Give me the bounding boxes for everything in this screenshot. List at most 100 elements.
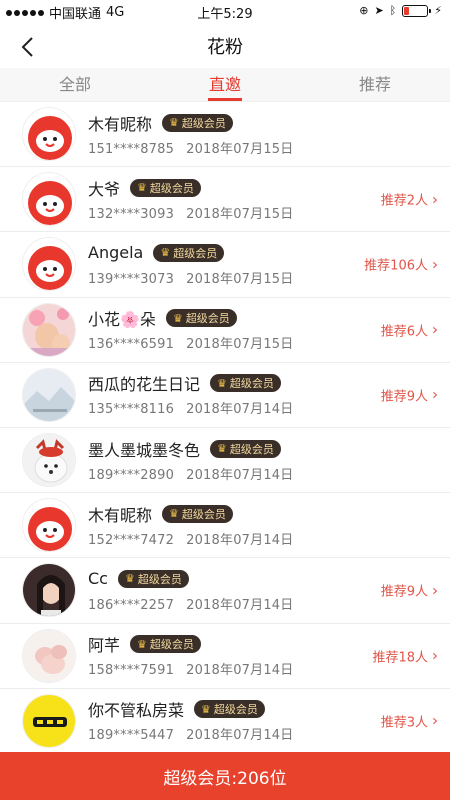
vip-badge-label: 超级会员 — [181, 116, 226, 130]
battery-icon — [402, 4, 432, 17]
crown-icon: ♛ — [124, 572, 135, 586]
member-row[interactable]: 木有昵称 ♛ 超级会员 151****8785 2018年07月15日 — [0, 102, 450, 168]
member-phone: 189****5447 — [88, 728, 175, 744]
member-row[interactable]: 大爷 ♛ 超级会员 132****3093 2018年07月15日 推荐2人 › — [0, 167, 450, 233]
vip-badge: ♛ 超级会员 — [117, 569, 189, 588]
member-phone: 139****3073 — [88, 271, 175, 287]
chevron-right-icon: › — [432, 581, 438, 600]
vip-badge: ♛ 超级会员 — [153, 243, 225, 262]
vip-badge: ♛ 超级会员 — [210, 439, 281, 458]
vip-badge: ♛ 超级会员 — [130, 178, 201, 197]
recommend-count: 推荐6人 — [380, 324, 428, 340]
vip-badge: ♛ 超级会员 — [210, 374, 281, 393]
avatar — [22, 367, 76, 422]
member-name: 大爷 — [88, 179, 121, 199]
recommend-count-link[interactable]: 推荐6人 › — [380, 320, 438, 340]
crown-icon: ♛ — [172, 311, 183, 325]
member-row[interactable]: 你不管私房菜 ♛ 超级会员 189****5447 2018年07月14日 推荐3人 › — [0, 689, 450, 752]
avatar — [22, 237, 76, 292]
nav-bar: 花粉 — [0, 24, 450, 68]
avatar — [22, 433, 76, 488]
member-name: 小花🌸朵 — [88, 310, 156, 330]
member-row[interactable]: 阿芊 ♛ 超级会员 158****7591 2018年07月14日 推荐18人 › — [0, 624, 450, 689]
member-meta: 151****8785 2018年07月15日 — [88, 138, 450, 157]
chevron-left-icon — [21, 37, 33, 57]
recommend-count-link[interactable]: 推荐9人 › — [380, 385, 438, 405]
tab-direct-invite[interactable]: 直邀 — [150, 68, 300, 101]
tab-bar: 全部 直邀 推荐 — [0, 68, 450, 102]
recommend-count-link[interactable]: 推荐9人 › — [381, 581, 438, 600]
recommend-count: 推荐3人 — [380, 715, 428, 731]
member-info: 墨人墨城墨冬色 ♛ 超级会员 189****2890 2018年07月14日 — [88, 438, 450, 483]
vip-badge-label: 超级会员 — [137, 572, 182, 586]
member-header: 墨人墨城墨冬色 ♛ 超级会员 — [88, 438, 450, 460]
vip-badge: ♛ 超级会员 — [194, 700, 265, 719]
member-join-date: 2018年07月15日 — [186, 337, 294, 353]
member-row[interactable]: 小花🌸朵 ♛ 超级会员 136****6591 2018年07月15日 推荐6人 › — [0, 298, 450, 363]
vip-badge-label: 超级会员 — [229, 377, 274, 391]
back-button[interactable] — [14, 34, 40, 60]
page-title: 花粉 — [207, 37, 243, 58]
vip-badge: ♛ 超级会员 — [162, 113, 233, 132]
member-header: 木有昵称 ♛ 超级会员 — [88, 112, 450, 134]
member-name: Angela — [88, 243, 144, 263]
member-meta: 152****7472 2018年07月14日 — [88, 529, 450, 548]
avatar — [22, 107, 76, 162]
member-name: 木有昵称 — [88, 505, 153, 525]
rotation-lock-icon: ⊕ — [359, 4, 369, 17]
member-row[interactable]: Angela ♛ 超级会员 139****3073 2018年07月15日 推荐106人 › — [0, 232, 450, 298]
member-phone: 152****7472 — [88, 532, 175, 548]
vip-badge-label: 超级会员 — [149, 181, 194, 195]
crown-icon: ♛ — [217, 442, 227, 456]
member-phone: 158****7591 — [88, 663, 175, 679]
member-join-date: 2018年07月14日 — [186, 467, 294, 483]
crown-icon: ♛ — [217, 376, 227, 390]
member-header: 木有昵称 ♛ 超级会员 — [88, 503, 450, 525]
chevron-right-icon: › — [432, 320, 438, 339]
recommend-count-link[interactable]: 推荐2人 › — [381, 190, 438, 209]
member-phone: 132****3093 — [88, 206, 175, 222]
member-meta: 189****2890 2018年07月14日 — [88, 464, 450, 483]
recommend-count-link[interactable]: 推荐18人 › — [372, 646, 438, 666]
avatar — [22, 498, 76, 553]
member-join-date: 2018年07月14日 — [186, 532, 294, 548]
vip-badge-label: 超级会员 — [149, 638, 194, 652]
recommend-count-link[interactable]: 推荐106人 › — [364, 255, 438, 274]
member-row[interactable]: 木有昵称 ♛ 超级会员 152****7472 2018年07月14日 — [0, 493, 450, 559]
member-name: 墨人墨城墨冬色 — [88, 440, 201, 460]
member-join-date: 2018年07月15日 — [186, 141, 294, 157]
recommend-count: 推荐2人 — [380, 193, 428, 209]
member-list: 木有昵称 ♛ 超级会员 151****8785 2018年07月15日 大爷 ♛ 超级会员 1… — [0, 102, 450, 752]
vip-badge: ♛ 超级会员 — [162, 504, 233, 523]
member-row[interactable]: 墨人墨城墨冬色 ♛ 超级会员 189****2890 2018年07月14日 — [0, 428, 450, 494]
member-name: 西瓜的花生日记 — [88, 375, 201, 395]
vip-badge-label: 超级会员 — [181, 507, 226, 521]
avatar — [22, 693, 76, 748]
member-phone: 135****8116 — [88, 402, 175, 418]
member-row[interactable]: 西瓜的花生日记 ♛ 超级会员 135****8116 2018年07月14日 推荐9人 › — [0, 363, 450, 428]
member-phone: 186****2257 — [88, 597, 175, 613]
recommend-count: 推荐106人 — [364, 258, 428, 274]
member-join-date: 2018年07月14日 — [186, 402, 294, 418]
tab-all[interactable]: 全部 — [0, 68, 150, 101]
member-row[interactable]: Cc ♛ 超级会员 186****2257 2018年07月14日 推荐9人 › — [0, 558, 450, 624]
member-name: 木有昵称 — [88, 114, 153, 134]
member-info: 木有昵称 ♛ 超级会员 151****8785 2018年07月15日 — [88, 112, 450, 157]
vip-badge-label: 超级会员 — [185, 312, 230, 326]
avatar — [22, 172, 76, 227]
vip-badge-label: 超级会员 — [173, 246, 218, 260]
recommend-count: 推荐9人 — [380, 389, 428, 405]
tab-recommend[interactable]: 推荐 — [300, 68, 450, 101]
member-name: 你不管私房菜 — [88, 701, 185, 721]
avatar — [22, 628, 76, 683]
member-join-date: 2018年07月14日 — [186, 728, 294, 744]
charging-icon: ⚡ — [434, 4, 442, 17]
crown-icon: ♛ — [137, 181, 147, 195]
chevron-right-icon: › — [432, 255, 438, 274]
member-join-date: 2018年07月15日 — [186, 271, 294, 287]
member-join-date: 2018年07月15日 — [186, 206, 294, 222]
recommend-count-link[interactable]: 推荐3人 › — [380, 711, 438, 731]
member-join-date: 2018年07月14日 — [186, 597, 294, 613]
status-bar: 中国联通 4G 上午5:29 ⊕ ➤ ᛒ ⚡ — [0, 0, 450, 24]
status-right: ⊕ ➤ ᛒ ⚡ — [359, 4, 442, 17]
